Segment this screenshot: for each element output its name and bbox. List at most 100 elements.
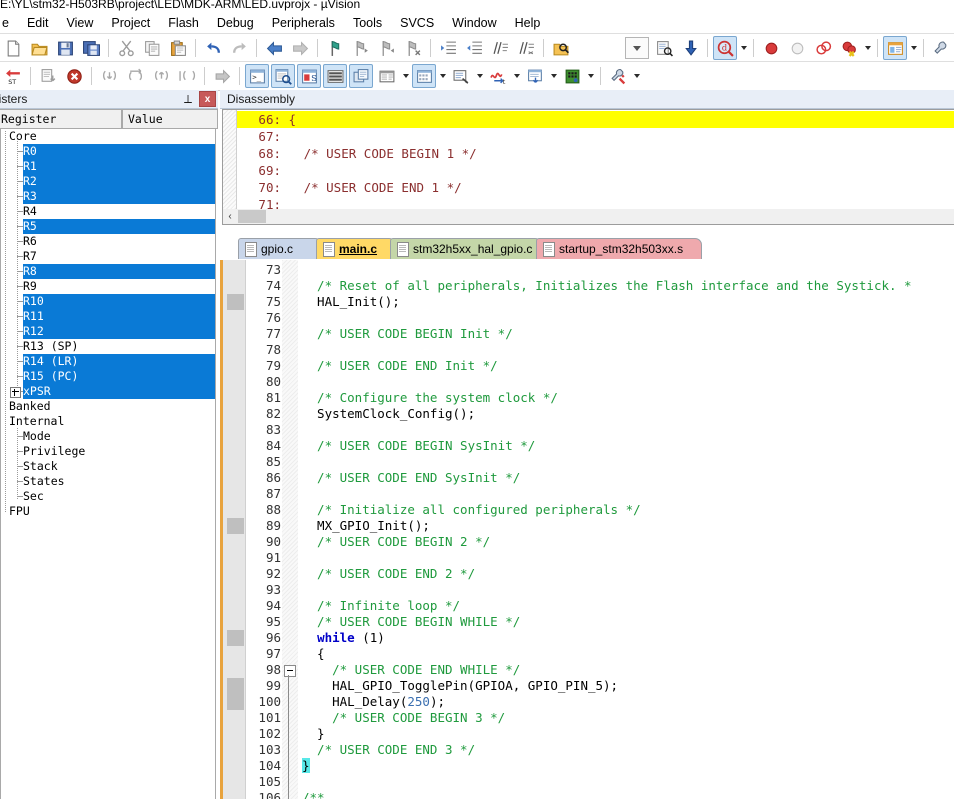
- toolbox-icon[interactable]: [606, 64, 630, 88]
- breakpoint-kill-all-icon[interactable]: [837, 36, 861, 60]
- menu-project[interactable]: Project: [102, 14, 159, 32]
- scrollbar-thumb[interactable]: [238, 210, 266, 223]
- comment-lines-icon[interactable]: [488, 36, 512, 60]
- save-all-icon[interactable]: [79, 36, 103, 60]
- register-row-r7[interactable]: R7: [1, 249, 215, 264]
- code-line[interactable]: 92 /* USER CODE END 2 */: [220, 566, 954, 582]
- column-header-value[interactable]: Value: [122, 109, 218, 129]
- analysis-windows-dropdown-icon[interactable]: [511, 65, 522, 87]
- menu-svcs[interactable]: SVCS: [391, 14, 443, 32]
- register-row-xpsr[interactable]: xPSR: [10, 384, 215, 399]
- tab-gpio-c[interactable]: gpio.c: [238, 238, 322, 259]
- menu-view[interactable]: View: [58, 14, 103, 32]
- internal-row-privilege[interactable]: Privilege: [1, 444, 215, 459]
- trace-windows-dropdown-icon[interactable]: [548, 65, 559, 87]
- disassembly-hscrollbar[interactable]: ‹: [222, 209, 954, 225]
- find-in-files-icon[interactable]: [549, 36, 573, 60]
- internal-row-stack[interactable]: Stack: [1, 459, 215, 474]
- register-row-r1[interactable]: R1: [17, 159, 215, 174]
- debug-session-icon[interactable]: d: [713, 36, 737, 60]
- toolbox-dropdown-icon[interactable]: [631, 65, 642, 87]
- show-next-statement-icon[interactable]: [210, 64, 234, 88]
- configure-target-icon[interactable]: [929, 36, 953, 60]
- internal-row-states[interactable]: States: [1, 474, 215, 489]
- copy-icon[interactable]: [140, 36, 164, 60]
- stop-debug-icon[interactable]: [62, 64, 86, 88]
- code-line[interactable]: 101 /* USER CODE BEGIN 3 */: [220, 710, 954, 726]
- code-line[interactable]: 100 HAL_Delay(250);: [220, 694, 954, 710]
- indent-right-icon[interactable]: [436, 36, 460, 60]
- code-line[interactable]: 97 {: [220, 646, 954, 662]
- manage-windows-icon[interactable]: [883, 36, 907, 60]
- disassembly-body[interactable]: 66: {67: 68: /* USER CODE BEGIN 1 */69: …: [222, 109, 954, 211]
- tab-stm32h5xx-hal-gpio-c[interactable]: stm32h5xx_hal_gpio.c: [390, 238, 542, 259]
- register-row-r15[interactable]: R15 (PC): [17, 369, 215, 384]
- register-row-r2[interactable]: R2: [17, 174, 215, 189]
- register-row-r0[interactable]: R0: [17, 144, 215, 159]
- pin-icon[interactable]: ⟂: [181, 92, 195, 107]
- code-line[interactable]: 74 /* Reset of all peripherals, Initiali…: [220, 278, 954, 294]
- call-stack-window-icon[interactable]: [349, 64, 373, 88]
- menu-edit[interactable]: Edit: [18, 14, 58, 32]
- register-row-r6[interactable]: R6: [1, 234, 215, 249]
- registers-window-icon[interactable]: [323, 64, 347, 88]
- register-group-internal[interactable]: Internal: [1, 414, 215, 429]
- code-line[interactable]: 102 }: [220, 726, 954, 742]
- serial-windows-icon[interactable]: [449, 64, 473, 88]
- watch-windows-icon[interactable]: [375, 64, 399, 88]
- register-group-fpu[interactable]: FPU: [1, 504, 215, 519]
- navigate-forward-icon[interactable]: [288, 36, 312, 60]
- analysis-windows-icon[interactable]: t: [486, 64, 510, 88]
- fold-collapse-icon[interactable]: [284, 665, 296, 677]
- menu-help[interactable]: Help: [506, 14, 550, 32]
- code-editor[interactable]: 73 74 /* Reset of all peripherals, Initia…: [220, 260, 954, 799]
- breakpoint-dropdown-icon[interactable]: [862, 37, 873, 59]
- breakpoint-disable-all-icon[interactable]: [811, 36, 835, 60]
- internal-row-mode[interactable]: Mode: [1, 429, 215, 444]
- uncomment-lines-icon[interactable]: [514, 36, 538, 60]
- breakpoint-disable-icon[interactable]: [785, 36, 809, 60]
- bookmark-toggle-icon[interactable]: [323, 36, 347, 60]
- tab-main-c[interactable]: main.c: [316, 238, 396, 259]
- register-row-r3[interactable]: R3: [17, 189, 215, 204]
- menu-peripherals[interactable]: Peripherals: [263, 14, 344, 32]
- code-line[interactable]: 95 /* USER CODE BEGIN WHILE */: [220, 614, 954, 630]
- breakpoint-insert-icon[interactable]: [759, 36, 783, 60]
- new-file-icon[interactable]: [1, 36, 25, 60]
- indent-left-icon[interactable]: [462, 36, 486, 60]
- code-line[interactable]: 82 SystemClock_Config();: [220, 406, 954, 422]
- code-line[interactable]: 94 /* Infinite loop */: [220, 598, 954, 614]
- trace-windows-icon[interactable]: [523, 64, 547, 88]
- step-out-icon[interactable]: [149, 64, 173, 88]
- registers-tree[interactable]: Core R0 R1 R2 R3 R4 R5 R6 R7 R8 R9 R10 R11 R12 R13 (SP…: [0, 129, 216, 799]
- register-row-r9[interactable]: R9: [1, 279, 215, 294]
- save-icon[interactable]: [53, 36, 77, 60]
- manage-windows-dropdown-icon[interactable]: [908, 37, 919, 59]
- column-header-register[interactable]: Register: [0, 109, 122, 129]
- menu-file[interactable]: e: [0, 14, 18, 32]
- register-row-r4[interactable]: R4: [1, 204, 215, 219]
- close-icon[interactable]: x: [199, 91, 216, 107]
- code-line[interactable]: 90 /* USER CODE BEGIN 2 */: [220, 534, 954, 550]
- disassembly-line[interactable]: 67:: [237, 128, 289, 145]
- code-line[interactable]: 99 HAL_GPIO_TogglePin(GPIOA, GPIO_PIN_5)…: [220, 678, 954, 694]
- find-next-icon[interactable]: [678, 36, 702, 60]
- bookmark-prev-icon[interactable]: [349, 36, 373, 60]
- code-line[interactable]: 81 /* Configure the system clock */: [220, 390, 954, 406]
- menu-window[interactable]: Window: [443, 14, 505, 32]
- memory-windows-dropdown-icon[interactable]: [437, 65, 448, 87]
- disassembly-line[interactable]: 66: {: [237, 111, 954, 128]
- command-window-icon[interactable]: >_: [245, 64, 269, 88]
- internal-row-sec[interactable]: Sec: [1, 489, 215, 504]
- code-line[interactable]: 104}: [220, 758, 954, 774]
- run-to-line-icon[interactable]: [36, 64, 60, 88]
- undo-icon[interactable]: [201, 36, 225, 60]
- system-viewer-icon[interactable]: [560, 64, 584, 88]
- run-to-cursor-icon[interactable]: [175, 64, 199, 88]
- code-line[interactable]: 106 /**: [220, 790, 954, 799]
- paste-icon[interactable]: [166, 36, 190, 60]
- register-row-r5[interactable]: R5: [17, 219, 215, 234]
- register-group-core[interactable]: Core: [1, 129, 215, 144]
- redo-icon[interactable]: [227, 36, 251, 60]
- code-line[interactable]: 103 /* USER CODE END 3 */: [220, 742, 954, 758]
